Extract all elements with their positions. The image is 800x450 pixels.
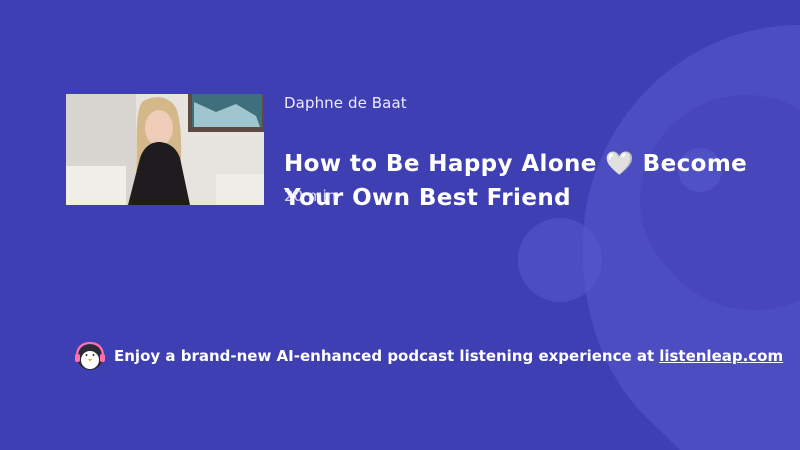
episode-title: How to Be Happy Alone 🤍 Become Your Own … bbox=[284, 151, 748, 211]
promo-banner: Enjoy a brand-new AI-enhanced podcast li… bbox=[74, 340, 783, 372]
listenleap-link[interactable]: listenleap.com bbox=[659, 347, 783, 365]
penguin-headphones-icon bbox=[75, 341, 105, 370]
episode-thumbnail[interactable] bbox=[66, 94, 264, 205]
promo-text: Enjoy a brand-new AI-enhanced podcast li… bbox=[114, 347, 655, 365]
episode-duration: 20 min bbox=[284, 187, 337, 205]
listenleap-logo-watermark bbox=[518, 25, 800, 450]
episode-author: Daphne de Baat bbox=[284, 94, 407, 112]
